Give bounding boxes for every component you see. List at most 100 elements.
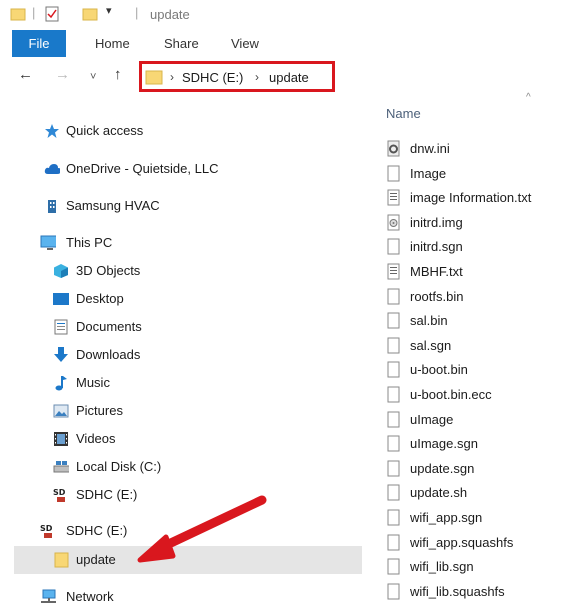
file-icon	[387, 534, 400, 551]
recent-locations-icon[interactable]: ˅	[90, 67, 96, 87]
file-name: wifi_lib.squashfs	[410, 583, 505, 599]
sidebar-item-network[interactable]: Network	[0, 584, 362, 610]
tab-share[interactable]: Share	[164, 30, 199, 57]
file-name: Image	[410, 165, 447, 181]
file-row[interactable]: sal.sgn	[386, 334, 575, 358]
separator: |	[32, 5, 36, 20]
folder-icon	[54, 552, 69, 568]
svg-text:SD: SD	[40, 524, 53, 533]
file-row[interactable]: wifi_app.squashfs	[386, 531, 575, 555]
download-icon	[54, 347, 68, 362]
column-header-name[interactable]: Name	[386, 106, 421, 121]
sidebar-item-videos[interactable]: Videos	[0, 426, 362, 452]
file-row[interactable]: initrd.img	[386, 211, 575, 235]
sd-card-icon: SD	[40, 524, 53, 538]
file-icon	[387, 165, 400, 182]
file-name: update.sh	[410, 485, 468, 501]
sidebar-item-3d-objects[interactable]: 3D Objects	[0, 258, 362, 284]
sidebar-item-update[interactable]: update	[14, 546, 362, 574]
tab-view[interactable]: View	[231, 30, 259, 57]
file-row[interactable]: wifi_lib.sgn	[386, 555, 575, 579]
file-name: sal.bin	[410, 313, 448, 329]
network-icon	[41, 589, 56, 603]
file-row[interactable]: MBHF.txt	[386, 260, 575, 284]
building-icon	[48, 200, 56, 213]
sidebar-item-documents[interactable]: Documents	[0, 314, 362, 340]
file-row[interactable]: u-boot.bin	[386, 358, 575, 382]
file-icon	[387, 484, 400, 501]
sidebar-item-sdhc-drive[interactable]: SD SDHC (E:)	[0, 518, 362, 544]
music-icon	[55, 376, 67, 391]
file-list: ^ Name dnw.ini Image image Information.txt…	[362, 90, 575, 615]
file-name: uImage	[410, 411, 454, 427]
file-row[interactable]: update.sh	[386, 481, 575, 505]
file-row[interactable]: u-boot.bin.ecc	[386, 383, 575, 407]
sidebar-item-desktop[interactable]: Desktop	[0, 286, 362, 312]
file-icon	[387, 558, 400, 575]
file-row[interactable]: image Information.txt	[386, 186, 575, 210]
file-icon	[387, 312, 400, 329]
file-name: wifi_app.sgn	[410, 510, 483, 525]
file-icon	[387, 386, 400, 403]
file-row[interactable]: sal.bin	[386, 309, 575, 333]
file-icon	[387, 509, 400, 526]
sidebar-item-music[interactable]: Music	[0, 370, 362, 396]
sidebar-item-quick-access[interactable]: Quick access	[0, 118, 362, 144]
settings-file-icon	[387, 140, 400, 157]
file-name: uImage.sgn	[410, 436, 478, 452]
file-row[interactable]: Image	[386, 162, 575, 186]
chevron-right-icon[interactable]: ›	[170, 70, 174, 84]
file-row[interactable]: wifi_lib.squashfs	[386, 580, 575, 604]
cube-icon	[54, 264, 68, 278]
file-icon	[387, 337, 400, 354]
file-row[interactable]: dnw.ini	[386, 137, 575, 161]
file-row[interactable]: uImage	[386, 408, 575, 432]
text-file-icon	[387, 189, 400, 206]
disc-image-icon	[387, 214, 400, 231]
address-bar[interactable]: › SDHC (E:) › update	[139, 61, 335, 92]
sidebar-item-downloads[interactable]: Downloads	[0, 342, 362, 368]
sort-ascending-icon[interactable]: ^	[526, 92, 531, 103]
window-title: update	[150, 7, 190, 22]
customize-toolbar-icon[interactable]: ▾	[106, 4, 112, 17]
file-name: wifi_app.squashfs	[410, 534, 514, 550]
tab-home[interactable]: Home	[95, 30, 130, 57]
file-name: rootfs.bin	[410, 288, 464, 304]
sidebar-item-local-disk[interactable]: Local Disk (C:)	[0, 454, 362, 480]
file-name: u-boot.bin	[410, 362, 468, 378]
file-name: initrd.sgn	[410, 239, 463, 255]
file-row[interactable]: initrd.sgn	[386, 235, 575, 259]
back-arrow-icon[interactable]: ←	[18, 65, 33, 85]
sidebar-item-sdhc[interactable]: SD SDHC (E:)	[0, 482, 362, 508]
sidebar-item-onedrive[interactable]: OneDrive - Quietside, LLC	[0, 156, 362, 182]
file-name: update.sgn	[410, 460, 475, 476]
breadcrumb-sdhc[interactable]: SDHC (E:)	[182, 70, 243, 85]
up-arrow-icon[interactable]: ↑	[114, 65, 122, 85]
chevron-right-icon[interactable]: ›	[255, 70, 259, 84]
file-name: wifi_lib.sgn	[410, 559, 474, 575]
sidebar-item-this-pc[interactable]: This PC	[0, 230, 362, 256]
breadcrumb-update[interactable]: update	[269, 70, 309, 85]
file-row[interactable]: wifi_app.sgn	[386, 506, 575, 530]
star-icon	[45, 124, 59, 138]
ribbon: File Home Share View	[0, 30, 575, 57]
navigation-pane: Quick access OneDrive - Quietside, LLC S…	[0, 100, 362, 615]
folder-icon	[10, 8, 26, 21]
file-row[interactable]: update.sgn	[386, 457, 575, 481]
file-icon	[387, 361, 400, 378]
drive-icon	[53, 461, 69, 473]
file-icon	[387, 411, 400, 428]
sidebar-item-pictures[interactable]: Pictures	[0, 398, 362, 424]
file-icon	[387, 238, 400, 255]
file-row[interactable]: uImage.sgn	[386, 432, 575, 456]
desktop-icon	[53, 293, 69, 305]
file-icon	[387, 460, 400, 477]
new-folder-icon[interactable]	[82, 6, 98, 22]
svg-text:SD: SD	[53, 488, 66, 497]
tab-file[interactable]: File	[12, 30, 66, 57]
properties-icon[interactable]	[44, 6, 60, 22]
file-icon	[387, 435, 400, 452]
forward-arrow-icon[interactable]: →	[55, 65, 70, 85]
file-row[interactable]: rootfs.bin	[386, 285, 575, 309]
sidebar-item-samsung-hvac[interactable]: Samsung HVAC	[0, 193, 362, 219]
